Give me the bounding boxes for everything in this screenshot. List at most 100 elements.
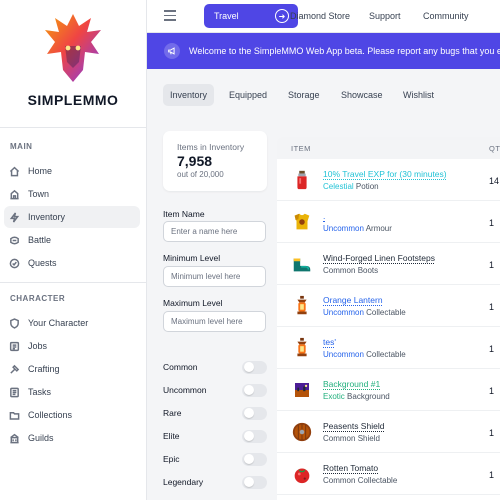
logo[interactable]: SIMPLEMMO	[0, 0, 146, 128]
table-row[interactable]: Orange Lantern Uncommon Collectable 1	[277, 285, 500, 327]
item-name-input[interactable]	[163, 221, 266, 242]
item-type: Collectable	[366, 350, 406, 359]
sidebar-item-inventory[interactable]: Inventory	[4, 206, 140, 228]
elite-toggle[interactable]	[242, 429, 267, 443]
item-name[interactable]: Rotten Tomato	[323, 463, 378, 473]
item-quantity: 1	[489, 470, 495, 480]
potion-icon	[290, 168, 314, 192]
tab-storage[interactable]: Storage	[281, 84, 327, 106]
tab-equipped[interactable]: Equipped	[222, 84, 274, 106]
item-name-label: Item Name	[163, 209, 205, 219]
support-link[interactable]: Support	[369, 11, 401, 21]
tab-wishlist[interactable]: Wishlist	[396, 84, 441, 106]
item-quantity: 1	[489, 218, 495, 228]
battle-icon	[10, 236, 19, 244]
item-meta: Common Boots	[323, 266, 378, 275]
item-name[interactable]: .	[323, 211, 325, 221]
filter-label: Uncommon	[163, 385, 207, 395]
tab-inventory[interactable]: Inventory	[163, 84, 215, 106]
diamond-store-link[interactable]: Diamond Store	[290, 11, 350, 21]
stats-value: 7,958	[177, 153, 213, 169]
table-row[interactable]: . Uncommon Armour 1	[277, 201, 500, 243]
travel-button[interactable]: Travel ➜	[204, 4, 298, 28]
sidebar-item-jobs[interactable]: Jobs	[4, 335, 140, 357]
min-level-label: Minimum Level	[163, 253, 221, 263]
column-item: ITEM	[291, 144, 311, 153]
uncommon-toggle[interactable]	[242, 383, 267, 397]
item-name[interactable]: Wind-Forged Linen Footsteps	[323, 253, 435, 263]
min-level-input[interactable]	[163, 266, 266, 287]
filter-label: Rare	[163, 408, 182, 418]
filter-label: Legendary	[163, 477, 204, 487]
item-rarity: Common	[323, 266, 356, 275]
stats-capacity: out of 20,000	[177, 170, 224, 179]
item-type: Potion	[355, 182, 379, 191]
item-type: Boots	[357, 266, 379, 275]
crafting-icon	[10, 364, 20, 374]
background-icon	[290, 378, 314, 402]
item-meta: Uncommon Collectable	[323, 308, 406, 317]
jobs-icon	[9, 341, 20, 351]
table-row[interactable]: Peasents Shield Common Shield 1	[277, 411, 500, 453]
shield-item-icon	[290, 420, 314, 444]
main-section-heading: MAIN	[10, 142, 33, 151]
sidebar-item-label: Jobs	[28, 341, 48, 351]
sidebar-item-label: Quests	[28, 258, 57, 268]
item-type: Armour	[365, 224, 392, 233]
sidebar-item-tasks[interactable]: Tasks	[4, 381, 140, 403]
item-name[interactable]: Background #1	[323, 379, 380, 389]
item-meta: Common Collectable	[323, 476, 397, 485]
epic-toggle[interactable]	[242, 452, 267, 466]
common-toggle[interactable]	[242, 360, 267, 374]
item-quantity: 1	[489, 344, 495, 354]
table-row[interactable]: 10% Travel EXP for (30 minutes) Celestia…	[277, 159, 500, 201]
item-rarity: Celestial	[323, 182, 354, 191]
tasks-icon	[10, 387, 19, 397]
table-row[interactable]: Background #1 Exotic Background 1	[277, 369, 500, 411]
sidebar-item-town[interactable]: Town	[4, 183, 140, 205]
sidebar-item-label: Crafting	[28, 364, 60, 374]
home-icon	[9, 166, 20, 176]
item-name[interactable]: 10% Travel EXP for (30 minutes)	[323, 169, 447, 179]
sidebar-item-quests[interactable]: Quests	[4, 252, 140, 274]
sidebar-item-label: Battle	[28, 235, 52, 245]
sidebar-item-battle[interactable]: Battle	[4, 229, 140, 251]
table-row[interactable]: Rotten Tomato Common Collectable 1	[277, 453, 500, 495]
filter-label: Elite	[163, 431, 180, 441]
sidebar: SIMPLEMMO MAIN Home Town Inventory Battl…	[0, 0, 147, 500]
filter-legendary: Legendary	[163, 475, 267, 489]
item-name[interactable]: tes'	[323, 337, 336, 347]
community-link[interactable]: Community	[423, 11, 469, 21]
filter-epic: Epic	[163, 452, 267, 466]
inventory-stats-card: Items in Inventory 7,958 out of 20,000	[163, 131, 267, 191]
sidebar-item-home[interactable]: Home	[4, 160, 140, 182]
table-row[interactable]: Wind-Forged Linen Footsteps Common Boots…	[277, 243, 500, 285]
lightning-icon	[9, 211, 20, 223]
quest-icon	[9, 258, 20, 268]
sidebar-item-guilds[interactable]: Guilds	[4, 427, 140, 449]
item-name[interactable]: Peasents Shield	[323, 421, 384, 431]
divider	[0, 282, 146, 283]
armour-icon	[290, 210, 314, 234]
top-bar: Travel ➜ Diamond Store Support Community	[147, 0, 500, 33]
table-row[interactable]: tes' Uncommon Collectable 1	[277, 327, 500, 369]
sidebar-item-crafting[interactable]: Crafting	[4, 358, 140, 380]
hamburger-menu-icon[interactable]	[164, 10, 176, 21]
lantern-icon	[290, 294, 314, 318]
item-rarity: Uncommon	[323, 308, 364, 317]
beta-banner: Welcome to the SimpleMMO Web App beta. P…	[147, 33, 500, 69]
max-level-input[interactable]	[163, 311, 266, 332]
legendary-toggle[interactable]	[242, 475, 267, 489]
filter-common: Common	[163, 360, 267, 374]
rare-toggle[interactable]	[242, 406, 267, 420]
item-meta: Uncommon Armour	[323, 224, 392, 233]
character-section-heading: CHARACTER	[10, 294, 66, 303]
item-name[interactable]: Orange Lantern	[323, 295, 383, 305]
item-type: Collectable	[357, 476, 398, 485]
item-type: Shield	[357, 434, 380, 443]
item-rarity: Uncommon	[323, 350, 364, 359]
tab-showcase[interactable]: Showcase	[334, 84, 390, 106]
sidebar-item-collections[interactable]: Collections	[4, 404, 140, 426]
sidebar-item-your-character[interactable]: Your Character	[4, 312, 140, 334]
sidebar-item-label: Home	[28, 166, 53, 176]
